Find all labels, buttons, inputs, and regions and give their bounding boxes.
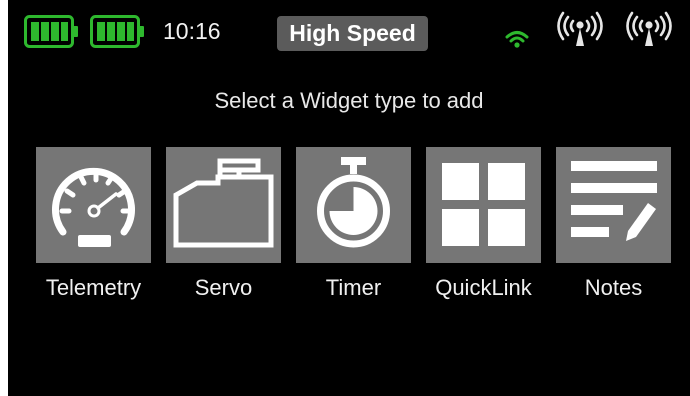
servo-icon (173, 158, 274, 248)
widget-notes-button[interactable]: Notes (550, 147, 677, 303)
widget-label: Timer (325, 275, 382, 300)
wifi-icon (505, 29, 529, 49)
widget-tile[interactable] (36, 147, 151, 263)
antenna-signal-icon (624, 8, 674, 54)
widget-label: Notes (584, 275, 643, 300)
battery-icon (90, 15, 145, 48)
widget-label: Servo (194, 275, 253, 300)
widget-telemetry-button[interactable]: Telemetry (30, 147, 157, 303)
mode-badge: High Speed (277, 16, 428, 51)
widget-servo-button[interactable]: Servo (160, 147, 287, 303)
widget-label: QuickLink (435, 275, 532, 300)
gauge-icon (52, 167, 135, 247)
antenna-signal-icon (555, 8, 605, 54)
battery-icon (24, 15, 79, 48)
widget-type-list: Telemetry Servo Timer QuickLink Notes (8, 147, 690, 307)
widget-label: Telemetry (45, 275, 142, 300)
widget-timer-button[interactable]: Timer (290, 147, 417, 303)
widget-tile[interactable] (166, 147, 281, 263)
widget-quicklink-button[interactable]: QuickLink (420, 147, 547, 303)
widget-tile[interactable] (556, 147, 671, 263)
notes-icon (571, 161, 657, 241)
widget-tile[interactable] (296, 147, 411, 263)
stopwatch-icon (317, 157, 390, 248)
clock: 10:16 (163, 18, 221, 44)
widget-tile[interactable] (426, 147, 541, 263)
grid-icon (442, 163, 525, 246)
page-title: Select a Widget type to add (214, 88, 484, 113)
status-bar: 10:16 High Speed (8, 0, 690, 64)
widget-picker-screen: 10:16 High Speed Select a Widget type to… (8, 0, 690, 396)
